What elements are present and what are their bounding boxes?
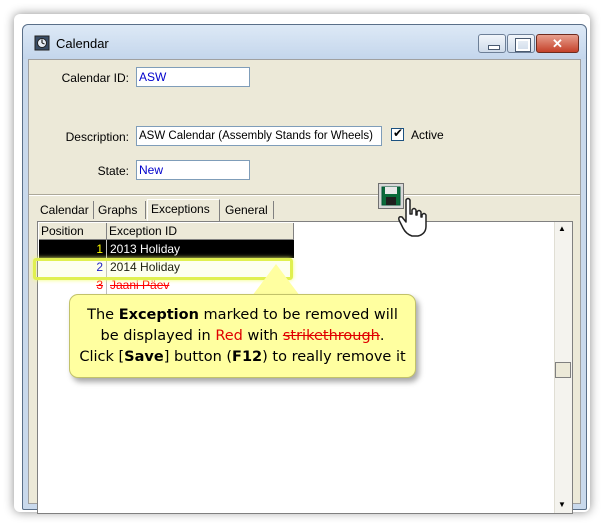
window-title: Calendar: [56, 36, 109, 51]
minimize-icon: [488, 45, 500, 50]
callout-fragment: .: [379, 328, 385, 344]
callout-bold-f12: F12: [232, 349, 263, 365]
exception-id-cell: 2013 Holiday: [110, 242, 181, 256]
callout-text: The Exception marked to be removed will …: [70, 305, 415, 368]
tab-general[interactable]: General: [222, 201, 274, 219]
calendar-id-input[interactable]: ASW: [136, 67, 250, 87]
column-header-exception-id[interactable]: Exception ID: [107, 223, 294, 240]
callout-note: The Exception marked to be removed will …: [69, 294, 416, 378]
calendar-app-icon: [34, 35, 50, 51]
callout-strikethrough-word: strikethrough: [282, 328, 380, 344]
maximize-button[interactable]: [507, 34, 535, 53]
description-input[interactable]: ASW Calendar (Assembly Stands for Wheels…: [136, 126, 382, 146]
window-client-area: Calendar ID: ASW Description: ASW Calend…: [28, 59, 581, 514]
maximize-icon: [515, 38, 531, 52]
table-row[interactable]: 1 2013 Holiday: [39, 240, 294, 258]
callout-bold-save: Save: [124, 349, 164, 365]
callout-pointer: [252, 264, 300, 296]
callout-fragment: Click [: [79, 349, 125, 365]
checkmark-icon: ✔: [393, 126, 404, 140]
active-checkbox[interactable]: ✔: [391, 126, 404, 141]
scrollbar-thumb[interactable]: [555, 362, 571, 378]
vertical-scrollbar[interactable]: ▲ ▼: [554, 222, 572, 513]
position-cell: 1: [96, 242, 103, 256]
hand-pointer-icon: [398, 197, 427, 237]
callout-red-word: Red: [215, 328, 243, 344]
callout-fragment: ] button (: [163, 349, 233, 365]
tab-graphs[interactable]: Graphs: [95, 201, 146, 219]
callout-fragment: ) to really remove it: [262, 349, 406, 365]
form-separator: [29, 194, 580, 196]
calendar-id-label: Calendar ID:: [61, 71, 129, 85]
title-bar[interactable]: Calendar ✕: [23, 25, 586, 59]
scroll-down-arrow-icon[interactable]: ▼: [558, 500, 566, 509]
callout-fragment: be displayed in: [100, 328, 216, 344]
tab-exceptions[interactable]: Exceptions: [147, 199, 220, 221]
tab-calendar[interactable]: Calendar: [37, 201, 94, 219]
close-button[interactable]: ✕: [536, 34, 579, 53]
scroll-up-arrow-icon[interactable]: ▲: [558, 224, 566, 233]
description-label: Description:: [65, 130, 129, 144]
active-label: Active: [411, 128, 444, 142]
minimize-button[interactable]: [478, 34, 506, 53]
state-label: State:: [97, 164, 129, 178]
callout-fragment: The: [87, 307, 119, 323]
callout-fragment: with: [242, 328, 283, 344]
state-input[interactable]: New: [136, 160, 250, 180]
callout-bold-exception: Exception: [118, 307, 199, 323]
close-icon: ✕: [552, 36, 563, 51]
callout-fragment: marked to be removed will: [198, 307, 398, 323]
column-header-position[interactable]: Position: [39, 223, 107, 240]
